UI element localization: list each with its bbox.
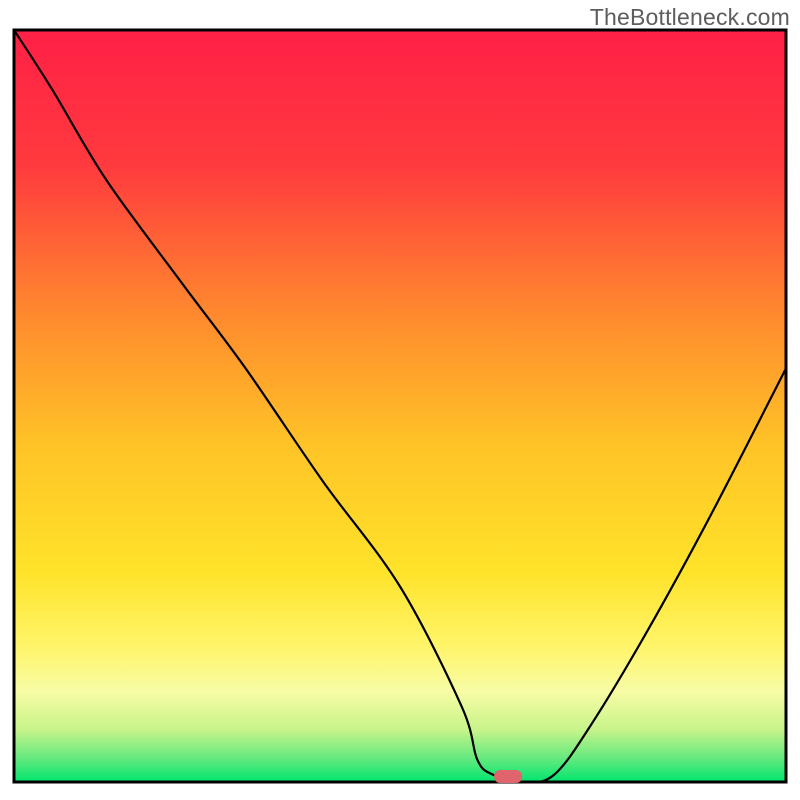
chart-stage: { "watermark": "TheBottleneck.com", "col… bbox=[0, 0, 800, 800]
watermark-text: TheBottleneck.com bbox=[590, 4, 790, 31]
bottleneck-chart bbox=[0, 0, 800, 800]
optimal-point-marker bbox=[494, 770, 522, 783]
plot-background bbox=[14, 30, 786, 782]
